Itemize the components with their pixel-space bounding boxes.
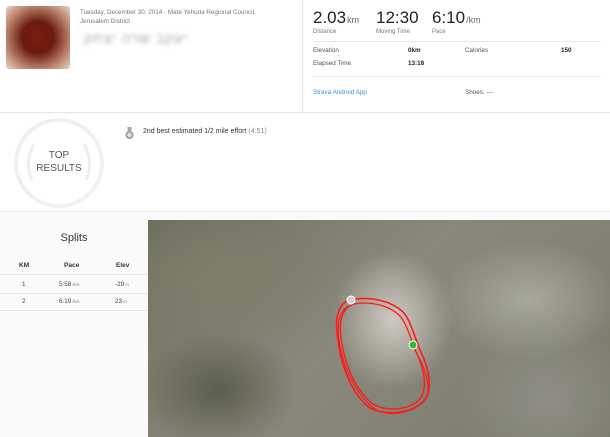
activity-location: Jerusalem District — [80, 18, 131, 25]
achievement-value: (4:51) — [248, 128, 267, 135]
splits-row: 1 5:58/km -29m — [0, 277, 148, 293]
split-km: 2 — [22, 298, 26, 305]
pace-unit: /km — [466, 15, 481, 25]
split-pace: 6:19 — [59, 298, 72, 305]
distance-label: Distance — [313, 29, 337, 35]
distance-value: 2.03 — [313, 8, 347, 27]
route-path — [337, 305, 429, 415]
divider — [302, 0, 303, 113]
pace-value: 6:10 — [432, 8, 466, 27]
top-results-badge: TOP RESULTS — [14, 118, 104, 208]
avatar[interactable] — [6, 6, 70, 69]
split-elev-unit: m — [125, 282, 129, 287]
moving-time-value: 12:30 — [376, 8, 419, 27]
splits-panel: Splits KM Pace Elev 1 5:58/km -29m 2 6:1… — [0, 223, 148, 437]
split-pace-unit: /km — [72, 282, 80, 287]
start-marker — [408, 340, 418, 350]
route-overlay — [335, 295, 430, 415]
activity-header: Tuesday, December 30, 2014 · Mate Yehuda… — [0, 0, 610, 113]
route-path — [335, 297, 430, 414]
stat-pace: 6:10/km Pace — [432, 8, 481, 35]
elevation-label: Elevation — [313, 47, 339, 54]
stat-distance: 2.03km Distance — [313, 8, 359, 35]
splits-header-elev: Elev — [116, 262, 130, 269]
splits-row: 2 6:19/km 23m — [0, 294, 148, 310]
activity-page: Tuesday, December 30, 2014 · Mate Yehuda… — [0, 0, 610, 437]
end-marker — [346, 295, 356, 305]
activity-date: Tuesday, December 30, 2014 · Mate Yehuda… — [80, 9, 256, 16]
elevation-value: 0km — [408, 47, 421, 54]
distance-unit: km — [347, 15, 360, 25]
activity-meta: Tuesday, December 30, 2014 · Mate Yehuda… — [80, 8, 290, 26]
calories-label: Calories — [465, 47, 489, 54]
elapsed-time-label: Elapsed Time — [313, 60, 352, 67]
split-pace: 5:58 — [59, 281, 72, 288]
splits-title: Splits — [60, 232, 88, 244]
badge-line-results: RESULTS — [36, 163, 82, 174]
calories-value: 150 — [561, 47, 572, 54]
device-app-link[interactable]: Strava Android App — [313, 89, 367, 96]
badge-line-top: TOP — [48, 150, 70, 161]
details-divider — [313, 76, 601, 77]
route-map[interactable] — [148, 220, 610, 437]
splits-header-km: KM — [19, 262, 30, 269]
stat-moving-time: 12:30 Moving Time — [376, 8, 419, 35]
split-km: 1 — [22, 281, 26, 288]
shoes-label: Shoes: — — [465, 89, 493, 96]
stats-divider — [313, 41, 601, 42]
achievement-text: 2nd best estimated 1/2 mile effort — [143, 128, 247, 135]
achievement-item[interactable]: 2nd best estimated 1/2 mile effort (4:51) — [143, 128, 267, 135]
elapsed-time-value: 13:18 — [408, 60, 425, 67]
route-path — [339, 302, 426, 410]
medal-icon — [125, 127, 134, 139]
split-elev: 23 — [115, 298, 123, 305]
achievements-panel: TOP RESULTS 2nd best estimated 1/2 mile … — [0, 114, 610, 212]
splits-divider — [0, 310, 148, 311]
athlete-name[interactable]: יעקב שרה יצחק — [84, 30, 188, 46]
moving-time-label: Moving Time — [376, 29, 411, 35]
split-elev-unit: m — [123, 299, 127, 304]
splits-divider — [0, 274, 148, 275]
splits-header-pace: Pace — [64, 262, 80, 269]
split-pace-unit: /km — [72, 299, 80, 304]
split-elev: -29 — [115, 281, 125, 288]
pace-label: Pace — [432, 29, 446, 35]
